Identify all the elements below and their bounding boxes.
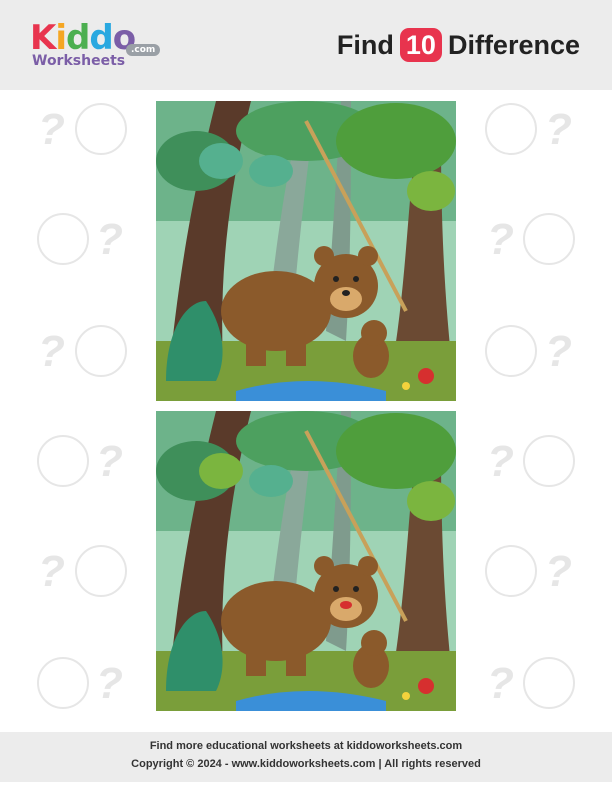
title-suffix: Difference: [447, 29, 580, 60]
page-header: Kiddo Worksheets .com Find 10 Difference: [0, 0, 612, 90]
footer-copyright: Copyright © 2024 - www.kiddoworksheets.c…: [131, 758, 481, 770]
logo-letter: K: [30, 18, 56, 58]
question-mark-icon: ?: [487, 437, 514, 486]
answer-circle[interactable]: [75, 103, 127, 155]
title-number-badge: 10: [399, 28, 442, 62]
answer-circle[interactable]: [485, 325, 537, 377]
kiddo-logo[interactable]: Kiddo Worksheets .com: [30, 18, 161, 70]
bear-forest-scene-icon: [156, 411, 456, 711]
question-mark-icon: ?: [96, 215, 123, 264]
answer-circle[interactable]: [485, 103, 537, 155]
logo-letter: d: [66, 18, 90, 58]
answer-circle[interactable]: [523, 657, 575, 709]
logo-letter: i: [55, 18, 67, 58]
logo-subtitle: Worksheets: [32, 53, 126, 69]
question-mark-icon: ?: [545, 327, 572, 376]
question-mark-icon: ?: [38, 547, 65, 596]
bottom-picture: [156, 411, 456, 711]
answer-circle[interactable]: [37, 657, 89, 709]
question-mark-icon: ?: [96, 437, 123, 486]
question-mark-icon: ?: [487, 215, 514, 264]
page-footer: Find more educational worksheets at kidd…: [0, 732, 612, 782]
question-mark-icon: ?: [545, 547, 572, 596]
answer-circle[interactable]: [75, 545, 127, 597]
answer-circle[interactable]: [523, 213, 575, 265]
title-prefix: Find: [336, 29, 394, 60]
answer-circle[interactable]: [37, 435, 89, 487]
logo-wordmark: Kiddo: [30, 18, 136, 58]
answer-circle[interactable]: [75, 325, 127, 377]
answer-circle[interactable]: [485, 545, 537, 597]
answer-circle[interactable]: [523, 435, 575, 487]
logo-domain: .com: [126, 44, 161, 56]
question-mark-icon: ?: [487, 659, 514, 708]
question-mark-icon: ?: [96, 659, 123, 708]
page-title: Find 10 Difference: [337, 28, 580, 62]
logo-letter: d: [89, 18, 113, 58]
footer-promo-text: Find more educational worksheets at kidd…: [149, 740, 463, 752]
answer-circle[interactable]: [37, 213, 89, 265]
question-mark-icon: ?: [38, 105, 65, 154]
bear-forest-scene-icon: [156, 101, 456, 401]
top-picture: [156, 101, 456, 401]
question-mark-icon: ?: [38, 327, 65, 376]
question-mark-icon: ?: [545, 105, 572, 154]
